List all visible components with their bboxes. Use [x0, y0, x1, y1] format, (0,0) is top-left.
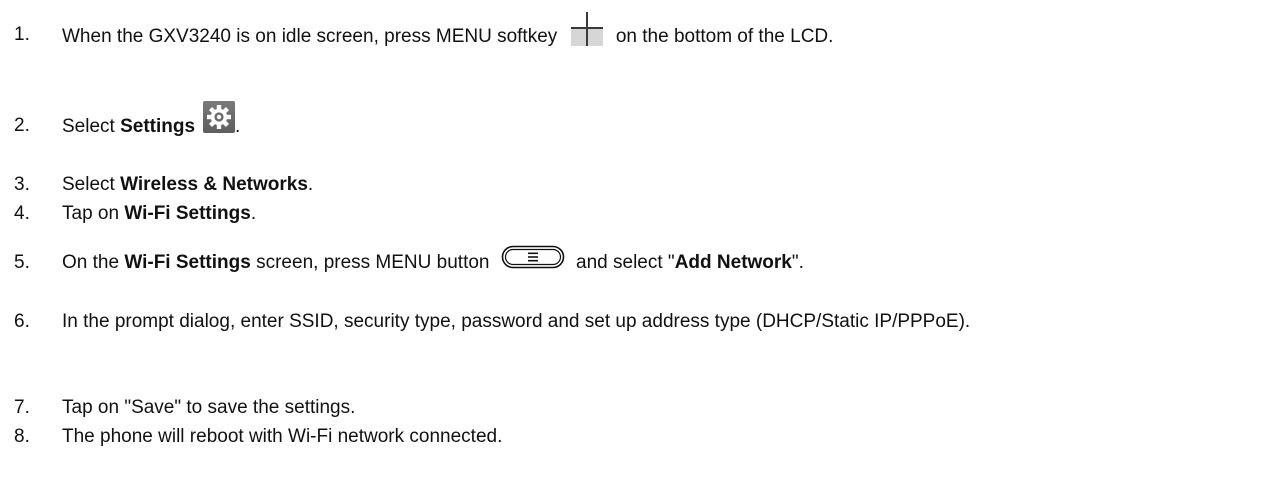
step-number: 2.: [14, 115, 30, 136]
step-text: Select Wireless & Networks.: [62, 174, 314, 195]
step-text: Tap on "Save" to save the settings.: [62, 397, 356, 418]
step-number: 3.: [14, 174, 30, 195]
step-text: When the GXV3240 is on idle screen, pres…: [62, 12, 1259, 54]
step-number: 6.: [14, 311, 30, 332]
step-number: 1.: [14, 24, 30, 45]
step-text: Tap on Wi-Fi Settings.: [62, 203, 257, 224]
settings-gear-icon: [203, 101, 236, 133]
step-number: 4.: [14, 203, 30, 224]
step-text: On the Wi-Fi Settings screen, press MENU…: [62, 245, 1259, 278]
step-number: 7.: [14, 397, 30, 418]
step-number: 5.: [14, 252, 30, 273]
instruction-list: 1. When the GXV3240 is on idle screen, p…: [0, 0, 1271, 487]
step-text: Select Settings.: [62, 101, 1259, 143]
menu-softkey-icon: [570, 12, 603, 46]
step-text: In the prompt dialog, enter SSID, securi…: [62, 311, 971, 332]
step-number: 8.: [14, 426, 30, 447]
menu-button-icon: [501, 245, 565, 269]
step-text: The phone will reboot with Wi-Fi network…: [62, 426, 503, 447]
